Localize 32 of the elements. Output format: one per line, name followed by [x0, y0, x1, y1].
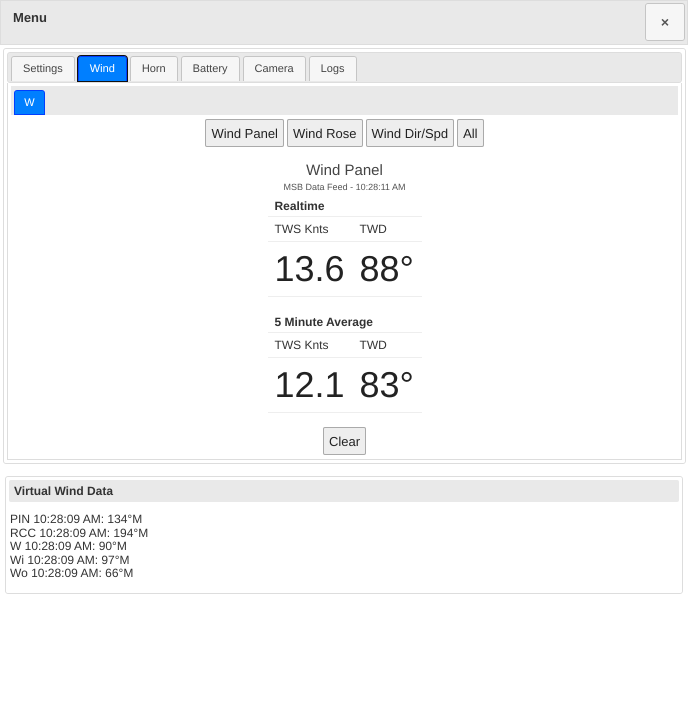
subtab[interactable]: W [14, 90, 45, 115]
tab[interactable]: Settings [11, 56, 75, 81]
tab[interactable]: Camera [242, 56, 306, 81]
section-heading: Realtime [268, 195, 422, 217]
tab[interactable]: Wind [78, 56, 127, 81]
panel-subtitle: MSB Data Feed - 10:28:11 AM [284, 182, 406, 192]
tab[interactable]: Battery [180, 56, 240, 81]
virtual-wind-title: Virtual Wind Data [9, 480, 679, 502]
wind-data-line: Wo 10:28:09 AM: 66°M [10, 567, 134, 580]
wind-data-line: W 10:28:09 AM: 90°M [10, 540, 128, 554]
column-label: TWS Knts [274, 221, 330, 238]
tab[interactable]: Logs [308, 56, 356, 81]
column-label: TWD [358, 337, 388, 354]
wind-data-line: PIN 10:28:09 AM: 134°M [10, 513, 144, 526]
section-heading: 5 Minute Average [268, 311, 422, 333]
view-button[interactable]: Wind Panel [205, 119, 284, 147]
tab[interactable]: Horn [130, 56, 178, 81]
view-button[interactable]: All [457, 119, 484, 147]
panel-title: Wind Panel [306, 162, 383, 179]
wind-value: 12.1 [274, 363, 346, 407]
wind-value: 88° [358, 247, 415, 291]
menu-title: Menu [13, 10, 47, 25]
clear-button[interactable]: Clear [322, 427, 366, 455]
column-label: TWD [358, 221, 388, 238]
wind-value: 13.6 [274, 247, 346, 291]
column-label: TWS Knts [274, 337, 330, 354]
view-button[interactable]: Wind Rose [286, 119, 363, 147]
wind-data-line: Wi 10:28:09 AM: 97°M [10, 554, 131, 567]
wind-data-line: RCC 10:28:09 AM: 194°M [10, 526, 150, 540]
view-button[interactable]: Wind Dir/Spd [366, 119, 454, 147]
wind-value: 83° [358, 363, 415, 407]
close-button[interactable]: × [645, 3, 685, 41]
